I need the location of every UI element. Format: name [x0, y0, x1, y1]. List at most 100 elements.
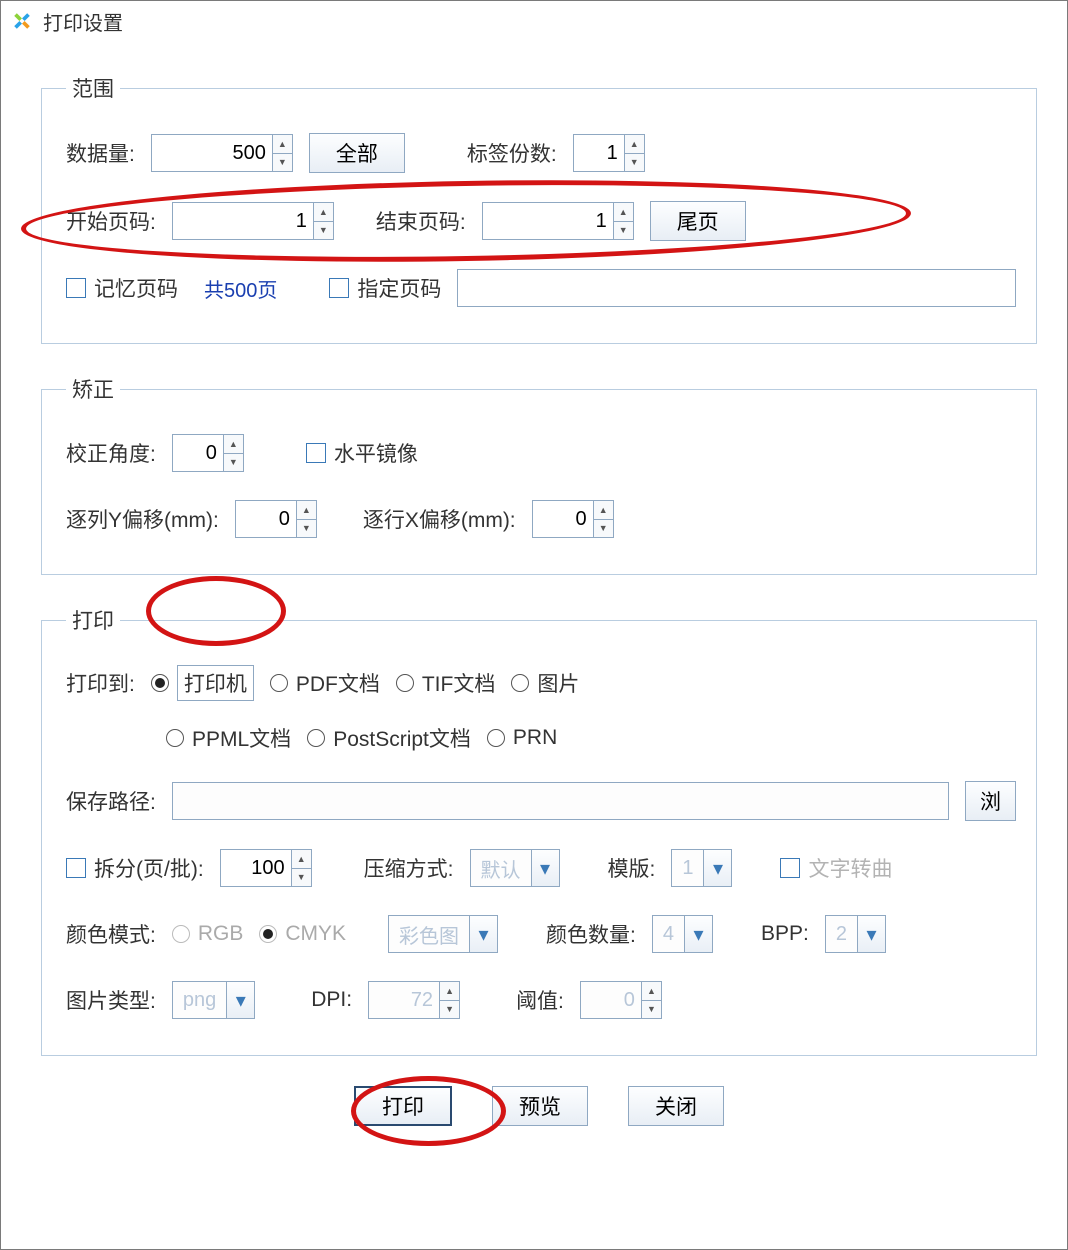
x-offset-label: 逐行X偏移(mm): [363, 504, 516, 534]
label-copies-input[interactable] [574, 135, 624, 171]
radio-icon [487, 729, 505, 747]
spin-up-icon[interactable]: ▲ [625, 135, 644, 154]
mirror-checkbox[interactable]: 水平镜像 [306, 438, 418, 468]
print-target-label: 打印到: [66, 668, 135, 698]
range-legend: 范围 [66, 73, 120, 103]
spin-down-icon[interactable]: ▼ [273, 154, 292, 172]
data-count-input[interactable] [152, 135, 272, 171]
color-image-combo: 彩色图 ▾ [388, 915, 498, 953]
spin-buttons[interactable]: ▲▼ [613, 203, 633, 239]
image-type-label: 图片类型: [66, 985, 156, 1015]
threshold-input [581, 982, 641, 1018]
preview-button[interactable]: 预览 [492, 1086, 588, 1126]
spin-down-icon[interactable]: ▼ [297, 520, 316, 538]
spin-up-icon[interactable]: ▲ [614, 203, 633, 222]
specify-page-input[interactable] [457, 269, 1016, 307]
all-button[interactable]: 全部 [309, 133, 405, 173]
print-settings-window: 打印设置 范围 数据量: ▲▼ 全部 标签份数: ▲▼ 开始页码: [0, 0, 1068, 1250]
radio-icon [511, 674, 529, 692]
spin-buttons[interactable]: ▲▼ [272, 135, 292, 171]
y-offset-spin[interactable]: ▲▼ [235, 500, 317, 538]
close-button[interactable]: 关闭 [628, 1086, 724, 1126]
save-path-input [172, 782, 949, 820]
radio-icon [396, 674, 414, 692]
remember-page-label: 记忆页码 [94, 273, 178, 303]
spin-buttons[interactable]: ▲▼ [223, 435, 243, 471]
angle-input[interactable] [173, 435, 223, 471]
x-offset-spin[interactable]: ▲▼ [532, 500, 614, 538]
browse-button[interactable]: 浏 [965, 781, 1016, 821]
threshold-spin: ▲▼ [580, 981, 662, 1019]
spin-down-icon[interactable]: ▼ [224, 454, 243, 472]
spin-buttons[interactable]: ▲▼ [624, 135, 644, 171]
radio-printer[interactable]: 打印机 [151, 665, 254, 701]
text-rotate-checkbox[interactable]: 文字转曲 [780, 853, 892, 883]
end-page-input[interactable] [483, 203, 613, 239]
radio-postscript[interactable]: PostScript文档 [307, 723, 471, 753]
text-rotate-label: 文字转曲 [808, 853, 892, 883]
color-count-value: 4 [653, 916, 684, 952]
spin-down-icon[interactable]: ▼ [625, 154, 644, 172]
radio-prn[interactable]: PRN [487, 726, 557, 750]
footer-buttons: 打印 预览 关闭 [41, 1086, 1037, 1126]
start-page-input[interactable] [173, 203, 313, 239]
specify-page-checkbox[interactable]: 指定页码 [329, 273, 441, 303]
color-image-value: 彩色图 [389, 916, 469, 952]
spin-down-icon[interactable]: ▼ [594, 520, 613, 538]
end-page-spin[interactable]: ▲▼ [482, 202, 634, 240]
split-label: 拆分(页/批): [94, 853, 204, 883]
app-icon [11, 10, 33, 32]
spin-up-icon[interactable]: ▲ [224, 435, 243, 454]
angle-spin[interactable]: ▲▼ [172, 434, 244, 472]
compress-value: 默认 [471, 850, 531, 886]
label-copies-spin[interactable]: ▲▼ [573, 134, 645, 172]
spin-buttons[interactable]: ▲▼ [296, 501, 316, 537]
last-page-button[interactable]: 尾页 [650, 201, 746, 241]
radio-printer-label: 打印机 [177, 665, 254, 701]
data-count-spin[interactable]: ▲▼ [151, 134, 293, 172]
content-area: 范围 数据量: ▲▼ 全部 标签份数: ▲▼ 开始页码: [1, 41, 1067, 1146]
split-input[interactable] [221, 850, 291, 886]
radio-icon [270, 674, 288, 692]
save-path-label: 保存路径: [66, 786, 156, 816]
radio-pdf[interactable]: PDF文档 [270, 668, 380, 698]
spin-up-icon: ▲ [642, 982, 661, 1001]
radio-tif[interactable]: TIF文档 [396, 668, 496, 698]
radio-prn-label: PRN [513, 726, 557, 750]
radio-image[interactable]: 图片 [511, 668, 579, 698]
spin-up-icon[interactable]: ▲ [292, 850, 311, 869]
color-count-combo: 4 ▾ [652, 915, 713, 953]
split-checkbox[interactable]: 拆分(页/批): [66, 853, 204, 883]
spin-down-icon[interactable]: ▼ [314, 222, 333, 240]
radio-image-label: 图片 [537, 668, 579, 698]
print-button[interactable]: 打印 [354, 1086, 452, 1126]
spin-up-icon[interactable]: ▲ [273, 135, 292, 154]
range-group: 范围 数据量: ▲▼ 全部 标签份数: ▲▼ 开始页码: [41, 73, 1037, 344]
image-type-value: png [173, 982, 226, 1018]
dpi-input [369, 982, 439, 1018]
spin-buttons[interactable]: ▲▼ [593, 501, 613, 537]
spin-buttons[interactable]: ▲▼ [313, 203, 333, 239]
x-offset-input[interactable] [533, 501, 593, 537]
spin-up-icon[interactable]: ▲ [314, 203, 333, 222]
checkbox-icon [329, 278, 349, 298]
spin-up-icon[interactable]: ▲ [594, 501, 613, 520]
template-combo: 1 ▾ [671, 849, 732, 887]
bpp-label: BPP: [761, 922, 809, 946]
start-page-spin[interactable]: ▲▼ [172, 202, 334, 240]
y-offset-input[interactable] [236, 501, 296, 537]
radio-ppml[interactable]: PPML文档 [166, 723, 291, 753]
radio-ppml-label: PPML文档 [192, 723, 291, 753]
spin-up-icon[interactable]: ▲ [297, 501, 316, 520]
spin-buttons[interactable]: ▲▼ [291, 850, 311, 886]
spin-up-icon: ▲ [440, 982, 459, 1001]
radio-rgb-label: RGB [198, 922, 244, 946]
remember-page-checkbox[interactable]: 记忆页码 [66, 273, 178, 303]
split-spin[interactable]: ▲▼ [220, 849, 312, 887]
radio-icon [307, 729, 325, 747]
spin-down-icon[interactable]: ▼ [292, 869, 311, 887]
color-count-label: 颜色数量: [546, 919, 636, 949]
spin-down-icon[interactable]: ▼ [614, 222, 633, 240]
end-page-label: 结束页码: [376, 206, 466, 236]
color-mode-label: 颜色模式: [66, 919, 156, 949]
